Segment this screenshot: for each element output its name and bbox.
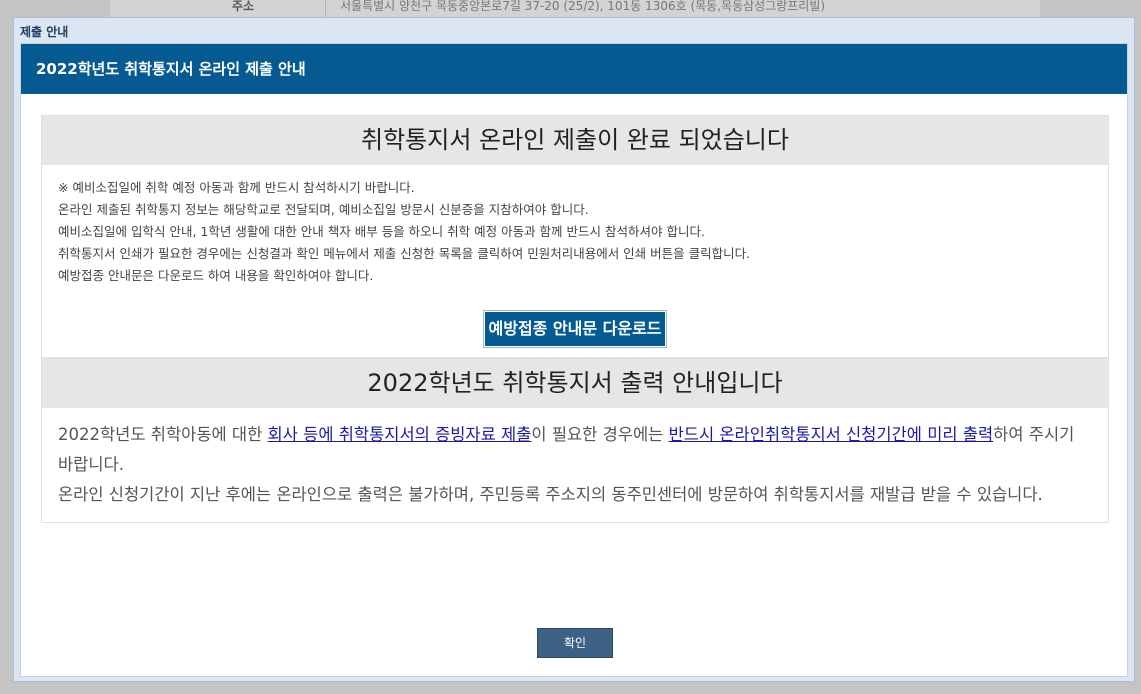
background-address-label: 주소	[232, 0, 255, 13]
note-line: 취학통지서 인쇄가 필요한 경우에는 신청결과 확인 메뉴에서 제출 신청한 목…	[58, 246, 751, 261]
output-reissue-text: 온라인 신청기간이 지난 후에는 온라인으로 출력은 불가하며, 주민등록 주소…	[58, 485, 1043, 504]
confirm-area: 확인	[21, 628, 1129, 658]
output-description: 2022학년도 취학아동에 대한 회사 등에 취학통지서의 증빙자료 제출이 필…	[42, 408, 1108, 522]
submission-section: 취학통지서 온라인 제출이 완료 되었습니다 ※ 예비소집일에 취학 예정 아동…	[41, 115, 1109, 358]
dialog-body: 2022학년도 취학통지서 온라인 제출 안내 취학통지서 온라인 제출이 완료…	[20, 43, 1128, 677]
output-section: 2022학년도 취학통지서 출력 안내입니다 2022학년도 취학아동에 대한 …	[41, 358, 1109, 523]
submission-dialog: 제출 안내 2022학년도 취학통지서 온라인 제출 안내 취학통지서 온라인 …	[13, 17, 1135, 682]
submission-heading: 취학통지서 온라인 제출이 완료 되었습니다	[42, 116, 1108, 165]
note-line: 온라인 제출된 취학통지 정보는 해당학교로 전달되며, 예비소집일 방문시 신…	[58, 202, 589, 217]
dialog-content: 취학통지서 온라인 제출이 완료 되었습니다 ※ 예비소집일에 취학 예정 아동…	[41, 115, 1109, 523]
note-line: 예비소집일에 입학식 안내, 1학년 생활에 대한 안내 책자 배부 등을 하오…	[58, 224, 705, 239]
output-heading: 2022학년도 취학통지서 출력 안내입니다	[42, 358, 1108, 408]
background-divider	[325, 0, 326, 17]
note-line: 예방접종 안내문은 다운로드 하여 내용을 확인하여야 합니다.	[58, 268, 374, 283]
output-text-part: 이 필요한 경우에는	[531, 425, 669, 444]
download-area: 예방접종 안내문 다운로드	[42, 287, 1108, 357]
proof-submission-link[interactable]: 회사 등에 취학통지서의 증빙자료 제출	[268, 425, 532, 444]
background-address-row: 주소 서울특별시 양천구 목동중앙본로7길 37-20 (25/2), 101동…	[110, 0, 1040, 18]
note-line: ※ 예비소집일에 취학 예정 아동과 함께 반드시 참석하시기 바랍니다.	[58, 180, 415, 195]
dialog-title: 제출 안내	[20, 25, 69, 39]
submission-notes: ※ 예비소집일에 취학 예정 아동과 함께 반드시 참석하시기 바랍니다. 온라…	[42, 165, 1108, 287]
dialog-header: 2022학년도 취학통지서 온라인 제출 안내	[21, 44, 1127, 94]
background-address-value: 서울특별시 양천구 목동중앙본로7길 37-20 (25/2), 101동 13…	[340, 0, 826, 13]
output-text-part: 2022학년도 취학아동에 대한	[58, 425, 268, 444]
print-during-period-link[interactable]: 반드시 온라인취학통지서 신청기간에 미리 출력	[669, 425, 994, 444]
dialog-titlebar[interactable]: 제출 안내	[14, 18, 1134, 43]
vaccination-guide-download-button[interactable]: 예방접종 안내문 다운로드	[483, 310, 667, 348]
confirm-button[interactable]: 확인	[537, 628, 613, 658]
